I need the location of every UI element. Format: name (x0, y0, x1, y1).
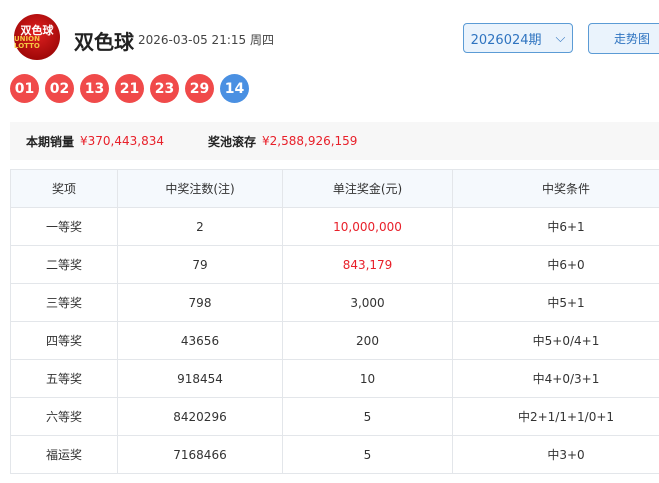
prize-level: 一等奖 (10, 207, 118, 246)
sales-value: ¥370,443,834 (80, 134, 164, 148)
prize-level: 三等奖 (10, 283, 118, 322)
draw-datetime: 2026-03-05 21:15 周四 (138, 33, 274, 47)
sales-label: 本期销量 (26, 134, 75, 149)
winning-numbers: 01 02 13 21 23 29 14 (10, 74, 249, 103)
union-lotto-logo: 双色球 UNION LOTTO (14, 14, 60, 60)
winner-count: 79 (117, 245, 283, 284)
winner-count: 2 (117, 207, 283, 246)
win-condition: 中6+0 (452, 245, 659, 284)
red-ball: 23 (150, 74, 179, 103)
red-ball: 01 (10, 74, 39, 103)
winner-count: 7168466 (117, 435, 283, 474)
column-header: 中奖注数(注) (117, 169, 283, 208)
column-header: 奖项 (10, 169, 118, 208)
winner-count: 43656 (117, 321, 283, 360)
winner-count: 918454 (117, 359, 283, 398)
sales-summary: 本期销量 ¥370,443,834 奖池滚存 ¥2,588,926,159 (10, 122, 659, 160)
table-row: 一等奖 2 10,000,000 中6+1 (10, 207, 659, 246)
pool-value: ¥2,588,926,159 (262, 134, 358, 148)
pool-label: 奖池滚存 (208, 134, 257, 149)
red-ball: 29 (185, 74, 214, 103)
prize-amount: 5 (282, 435, 453, 474)
prize-amount: 200 (282, 321, 453, 360)
period-value: 2026024期 (470, 32, 542, 48)
prize-amount: 5 (282, 397, 453, 436)
prize-table: 奖项 中奖注数(注) 单注奖金(元) 中奖条件 一等奖 2 10,000,000 中6… (10, 169, 659, 474)
red-ball: 02 (45, 74, 74, 103)
win-condition: 中6+1 (452, 207, 659, 246)
win-condition: 中4+0/3+1 (452, 359, 659, 398)
chevron-down-icon: ⌵ (555, 30, 566, 46)
red-ball: 21 (115, 74, 144, 103)
prize-level: 五等奖 (10, 359, 118, 398)
prize-level: 二等奖 (10, 245, 118, 284)
column-header: 中奖条件 (452, 169, 659, 208)
prize-amount: 3,000 (282, 283, 453, 322)
table-header-row: 奖项 中奖注数(注) 单注奖金(元) 中奖条件 (10, 169, 659, 208)
prize-amount: 843,179 (282, 245, 453, 284)
win-condition: 中5+1 (452, 283, 659, 322)
blue-ball: 14 (220, 74, 249, 103)
period-select[interactable]: 2026024期 ⌵ (463, 23, 573, 53)
page-title: 双色球 (74, 30, 134, 54)
prize-amount: 10,000,000 (282, 207, 453, 246)
trend-chart-button[interactable]: 走势图 (588, 23, 659, 54)
column-header: 单注奖金(元) (282, 169, 453, 208)
table-row: 四等奖 43656 200 中5+0/4+1 (10, 321, 659, 360)
winner-count: 8420296 (117, 397, 283, 436)
winner-count: 798 (117, 283, 283, 322)
table-row: 五等奖 918454 10 中4+0/3+1 (10, 359, 659, 398)
table-row: 二等奖 79 843,179 中6+0 (10, 245, 659, 284)
win-condition: 中3+0 (452, 435, 659, 474)
prize-amount: 10 (282, 359, 453, 398)
prize-level: 四等奖 (10, 321, 118, 360)
table-row: 六等奖 8420296 5 中2+1/1+1/0+1 (10, 397, 659, 436)
prize-level: 六等奖 (10, 397, 118, 436)
table-row: 三等奖 798 3,000 中5+1 (10, 283, 659, 322)
table-row: 福运奖 7168466 5 中3+0 (10, 435, 659, 474)
prize-level: 福运奖 (10, 435, 118, 474)
win-condition: 中2+1/1+1/0+1 (452, 397, 659, 436)
red-ball: 13 (80, 74, 109, 103)
win-condition: 中5+0/4+1 (452, 321, 659, 360)
